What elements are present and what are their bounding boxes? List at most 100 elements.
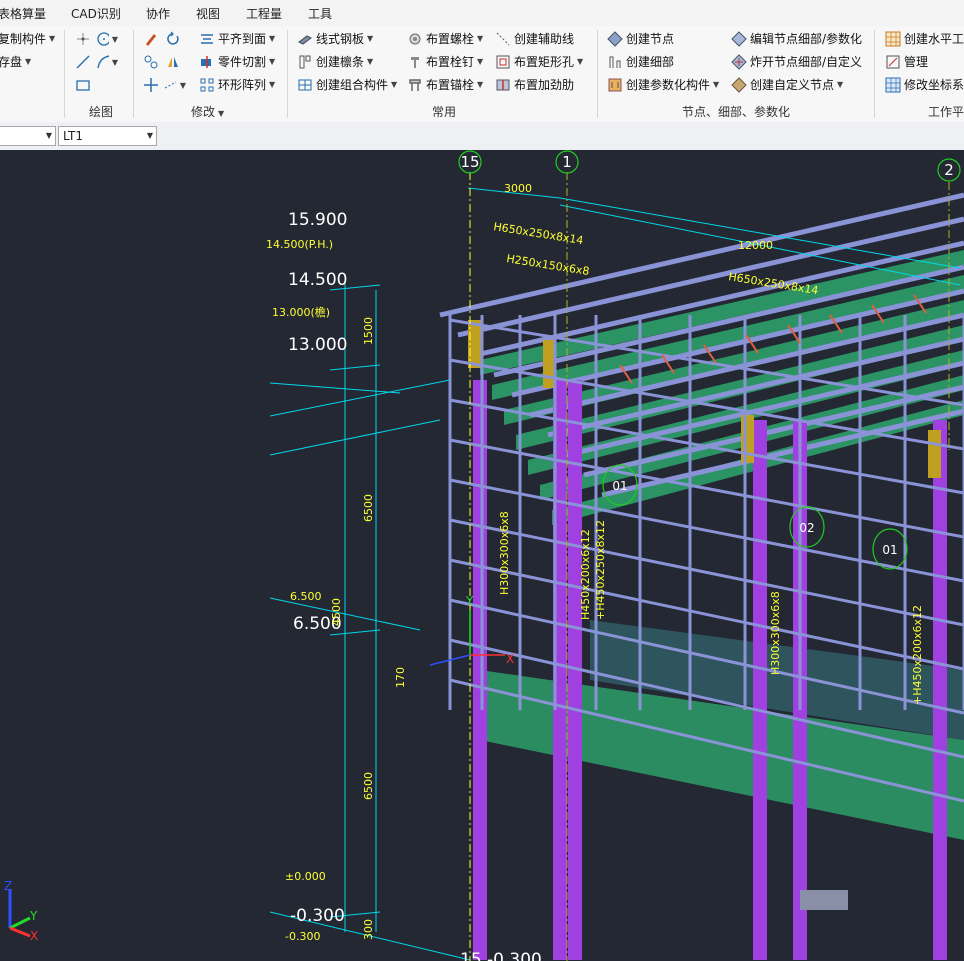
property-bar: ▼ LT1 ▼ (0, 122, 964, 151)
explode-icon (731, 54, 747, 70)
column-cap (928, 430, 941, 478)
axis-bubble-1: 1 (555, 150, 579, 174)
elevation-14500: 14.500 (288, 270, 347, 290)
place-bolt-button[interactable]: 布置螺栓 ▼ (407, 29, 483, 49)
place-anchor-button[interactable]: 布置锚栓 ▼ (407, 75, 483, 95)
combo-icon (298, 79, 312, 91)
axis-label-15: 15 (460, 153, 479, 171)
mirror-icon[interactable] (162, 52, 184, 72)
dim-1500: 1500 (362, 317, 375, 345)
wcs-y-label: Y (29, 909, 38, 923)
brush-icon[interactable] (140, 29, 162, 49)
tag-01-label: 01 (612, 479, 627, 493)
align-to-face-button[interactable]: 平齐到面 ▼ (199, 29, 275, 49)
facade-girt (449, 518, 964, 627)
steel-column (473, 380, 487, 960)
create-node-button[interactable]: 创建节点 (607, 29, 674, 49)
line-plate-button[interactable]: 线式钢板 ▼ (297, 29, 373, 49)
dim-4500: 4500 (330, 598, 343, 626)
axis-bubble-2: 2 (937, 158, 961, 182)
bottom-elevation: 15 -0.300 (460, 950, 542, 961)
elevation-15900: 15.900 (288, 210, 347, 230)
modify-ucs-button[interactable]: 修改坐标系 (885, 75, 964, 95)
stud-icon (411, 57, 419, 68)
axis-bubble-15: 15 (458, 150, 482, 174)
create-custom-node-button[interactable]: 创建自定义节点 ▼ (731, 75, 843, 95)
place-stiffener-button[interactable]: 布置加劲肋 (495, 75, 574, 95)
extend-icon[interactable]: ▼ (164, 75, 186, 95)
part-cut-button[interactable]: 零件切割 ▼ (199, 52, 275, 72)
menu-cad-recognition[interactable]: CAD识别 (71, 5, 121, 22)
circle-tool-icon[interactable]: ▼ (96, 29, 118, 49)
world-axis-indicator: Z Y X (4, 879, 38, 943)
custom-node-icon (731, 77, 747, 93)
menu-view[interactable]: 视图 (196, 5, 220, 22)
create-detail-button[interactable]: 创建细部 (607, 52, 674, 72)
wcs-z-label: Z (4, 879, 12, 893)
tag-02-label: 02 (799, 521, 814, 535)
ribbon-separator (64, 30, 65, 118)
wcs-x-label: X (30, 929, 38, 943)
rectangle-tool-icon[interactable] (72, 75, 94, 95)
steel-column (933, 420, 947, 960)
copy-component-button[interactable]: 复制构件 ▼ (0, 29, 55, 49)
layer-combo[interactable]: ▼ (0, 126, 56, 146)
elevation-m0300-small: -0.300 (285, 930, 320, 943)
join-icon[interactable] (140, 52, 162, 72)
edit-node-button[interactable]: 编辑节点细部/参数化 (731, 29, 862, 49)
linetype-combo[interactable]: LT1 ▼ (58, 126, 157, 146)
aux-line-icon (496, 32, 510, 46)
section-h650-1: H650x250x8x14 (493, 220, 585, 247)
menu-tools[interactable]: 工具 (308, 5, 332, 22)
create-hplane-button[interactable]: 创建水平工 (885, 29, 964, 49)
manage-button[interactable]: 管理 (885, 52, 928, 72)
create-param-button[interactable]: 创建参数化构件 ▼ (607, 75, 719, 95)
ucs-grid-icon (885, 77, 901, 93)
array-icon (200, 78, 214, 92)
elevation-m0300: -0.300 (290, 906, 345, 926)
dim-170: 170 (394, 667, 407, 688)
explode-node-button[interactable]: 炸开节点细部/自定义 (731, 52, 862, 72)
create-purlin-button[interactable]: 创建檩条 ▼ (297, 52, 373, 72)
dimension-texts: 3000 12000 1500 6500 4500 170 6500 300 (330, 182, 773, 940)
line-tool-icon[interactable] (72, 52, 94, 72)
menu-quantity[interactable]: 工程量 (246, 5, 282, 22)
axis-label-2: 2 (944, 161, 954, 179)
workplane-group-label: 工作平 (928, 105, 964, 119)
ribbon-separator (597, 30, 598, 118)
section-h450b: +H450x250x8x12 (594, 520, 607, 620)
dim-6500-lower: 6500 (362, 772, 375, 800)
point-icon[interactable] (72, 29, 94, 49)
menu-table-quantity[interactable]: 表格算量 (0, 5, 46, 22)
tag-01b-label: 01 (882, 543, 897, 557)
param-icon (608, 78, 622, 92)
section-h450a: H450x200x6x12 (579, 529, 592, 620)
section-h300b: H300x300x6x8 (769, 591, 782, 675)
modify-group-label[interactable]: 修改 ▼ (191, 103, 224, 120)
section-h300: H300x300x6x8 (498, 511, 511, 595)
arc-tool-icon[interactable]: ▼ (96, 52, 118, 72)
cad-viewport[interactable]: 15 1 2 15.900 14.500(P.H.) 14.500 13.000… (0, 150, 964, 961)
node-icon (607, 31, 623, 47)
save-disk-button[interactable]: 存盘 ▼ (0, 52, 31, 72)
create-aux-line-button[interactable]: 创建辅助线 (495, 29, 574, 49)
common-group-label: 常用 (432, 105, 457, 119)
detail-icon (609, 56, 621, 68)
grid-icon (885, 31, 901, 47)
create-combo-button[interactable]: 创建组合构件 ▼ (297, 75, 397, 95)
elevation-13000-small: 13.000(檐) (272, 305, 330, 319)
place-rect-hole-button[interactable]: 布置矩形孔 ▼ (495, 52, 583, 72)
steel-column (753, 420, 767, 960)
dim-6500-upper: 6500 (362, 494, 375, 522)
edit-node-icon (731, 31, 747, 47)
section-h450c: +H450x200x6x12 (911, 605, 924, 705)
axis-label-1: 1 (562, 153, 572, 171)
move-icon[interactable] (140, 75, 162, 95)
rotate-icon[interactable] (162, 29, 184, 49)
circular-array-button[interactable]: 环形阵列 ▼ (199, 75, 275, 95)
place-stud-button[interactable]: 布置栓钉 ▼ (407, 52, 483, 72)
cut-icon (201, 56, 211, 68)
menu-bar: 表格算量 CAD识别 协作 视图 工程量 工具 (0, 0, 964, 27)
structure-3d-view: 15 1 2 15.900 14.500(P.H.) 14.500 13.000… (4, 150, 964, 961)
menu-collaboration[interactable]: 协作 (146, 5, 170, 22)
